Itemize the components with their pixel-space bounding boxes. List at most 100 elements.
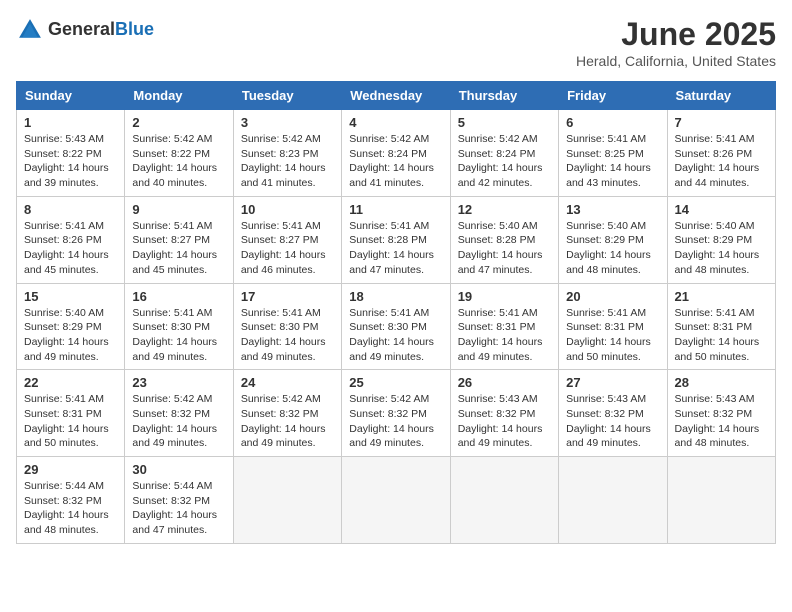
calendar-cell: 3Sunrise: 5:42 AMSunset: 8:23 PMDaylight…: [233, 110, 341, 197]
cell-sun-info: Sunrise: 5:44 AMSunset: 8:32 PMDaylight:…: [24, 479, 117, 538]
day-number: 2: [132, 115, 225, 130]
cell-sun-info: Sunrise: 5:43 AMSunset: 8:32 PMDaylight:…: [458, 392, 551, 451]
calendar-cell: 6 Sunrise: 5:41 AMSunset: 8:25 PMDaylight…: [559, 110, 667, 197]
cell-sun-info: Sunrise: 5:41 AMSunset: 8:25 PMDaylight:…: [566, 132, 659, 191]
day-number: 18: [349, 289, 442, 304]
calendar-cell: 19 Sunrise: 5:41 AMSunset: 8:31 PMDayligh…: [450, 283, 558, 370]
calendar-cell: 24 Sunrise: 5:42 AMSunset: 8:32 PMDayligh…: [233, 370, 341, 457]
calendar-cell: 30Sunrise: 5:44 AMSunset: 8:32 PMDayligh…: [125, 457, 233, 544]
calendar-cell: 8 Sunrise: 5:41 AMSunset: 8:26 PMDaylight…: [17, 196, 125, 283]
calendar-week-row: 1Sunrise: 5:43 AMSunset: 8:22 PMDaylight…: [17, 110, 776, 197]
day-number: 10: [241, 202, 334, 217]
day-number: 8: [24, 202, 117, 217]
calendar-week-row: 29Sunrise: 5:44 AMSunset: 8:32 PMDayligh…: [17, 457, 776, 544]
cell-sun-info: Sunrise: 5:41 AMSunset: 8:26 PMDaylight:…: [24, 219, 117, 278]
cell-sun-info: Sunrise: 5:41 AMSunset: 8:30 PMDaylight:…: [349, 306, 442, 365]
logo-text-blue: Blue: [115, 19, 154, 39]
calendar-cell: 17Sunrise: 5:41 AMSunset: 8:30 PMDayligh…: [233, 283, 341, 370]
page-header: GeneralBlue June 2025 Herald, California…: [16, 16, 776, 69]
day-number: 3: [241, 115, 334, 130]
calendar-cell: 2 Sunrise: 5:42 AMSunset: 8:22 PMDaylight…: [125, 110, 233, 197]
cell-sun-info: Sunrise: 5:41 AMSunset: 8:27 PMDaylight:…: [132, 219, 225, 278]
cell-sun-info: Sunrise: 5:41 AMSunset: 8:26 PMDaylight:…: [675, 132, 768, 191]
day-number: 22: [24, 375, 117, 390]
day-number: 23: [132, 375, 225, 390]
day-number: 7: [675, 115, 768, 130]
location-title: Herald, California, United States: [576, 53, 776, 69]
calendar-cell: 13 Sunrise: 5:40 AMSunset: 8:29 PMDayligh…: [559, 196, 667, 283]
cell-sun-info: Sunrise: 5:41 AMSunset: 8:30 PMDaylight:…: [132, 306, 225, 365]
calendar-cell: [233, 457, 341, 544]
calendar-cell: 16 Sunrise: 5:41 AMSunset: 8:30 PMDayligh…: [125, 283, 233, 370]
calendar-header-row: SundayMondayTuesdayWednesdayThursdayFrid…: [17, 82, 776, 110]
day-number: 13: [566, 202, 659, 217]
calendar-cell: [450, 457, 558, 544]
month-title: June 2025: [576, 16, 776, 53]
cell-sun-info: Sunrise: 5:40 AMSunset: 8:29 PMDaylight:…: [24, 306, 117, 365]
cell-sun-info: Sunrise: 5:43 AMSunset: 8:22 PMDaylight:…: [24, 132, 117, 191]
weekday-header-tuesday: Tuesday: [233, 82, 341, 110]
calendar-cell: 29Sunrise: 5:44 AMSunset: 8:32 PMDayligh…: [17, 457, 125, 544]
day-number: 20: [566, 289, 659, 304]
cell-sun-info: Sunrise: 5:42 AMSunset: 8:32 PMDaylight:…: [132, 392, 225, 451]
weekday-header-friday: Friday: [559, 82, 667, 110]
calendar-table: SundayMondayTuesdayWednesdayThursdayFrid…: [16, 81, 776, 544]
cell-sun-info: Sunrise: 5:42 AMSunset: 8:32 PMDaylight:…: [241, 392, 334, 451]
cell-sun-info: Sunrise: 5:40 AMSunset: 8:29 PMDaylight:…: [566, 219, 659, 278]
cell-sun-info: Sunrise: 5:43 AMSunset: 8:32 PMDaylight:…: [566, 392, 659, 451]
day-number: 21: [675, 289, 768, 304]
cell-sun-info: Sunrise: 5:41 AMSunset: 8:31 PMDaylight:…: [458, 306, 551, 365]
day-number: 28: [675, 375, 768, 390]
calendar-cell: 5 Sunrise: 5:42 AMSunset: 8:24 PMDaylight…: [450, 110, 558, 197]
cell-sun-info: Sunrise: 5:42 AMSunset: 8:24 PMDaylight:…: [458, 132, 551, 191]
day-number: 19: [458, 289, 551, 304]
calendar-cell: 23 Sunrise: 5:42 AMSunset: 8:32 PMDayligh…: [125, 370, 233, 457]
calendar-week-row: 15 Sunrise: 5:40 AMSunset: 8:29 PMDayligh…: [17, 283, 776, 370]
day-number: 24: [241, 375, 334, 390]
weekday-header-monday: Monday: [125, 82, 233, 110]
cell-sun-info: Sunrise: 5:40 AMSunset: 8:28 PMDaylight:…: [458, 219, 551, 278]
day-number: 26: [458, 375, 551, 390]
calendar-cell: 22 Sunrise: 5:41 AMSunset: 8:31 PMDayligh…: [17, 370, 125, 457]
day-number: 5: [458, 115, 551, 130]
calendar-cell: [667, 457, 775, 544]
cell-sun-info: Sunrise: 5:43 AMSunset: 8:32 PMDaylight:…: [675, 392, 768, 451]
cell-sun-info: Sunrise: 5:41 AMSunset: 8:31 PMDaylight:…: [24, 392, 117, 451]
day-number: 27: [566, 375, 659, 390]
cell-sun-info: Sunrise: 5:42 AMSunset: 8:22 PMDaylight:…: [132, 132, 225, 191]
day-number: 9: [132, 202, 225, 217]
calendar-cell: 18 Sunrise: 5:41 AMSunset: 8:30 PMDayligh…: [342, 283, 450, 370]
day-number: 30: [132, 462, 225, 477]
calendar-cell: 15 Sunrise: 5:40 AMSunset: 8:29 PMDayligh…: [17, 283, 125, 370]
logo: GeneralBlue: [16, 16, 154, 44]
cell-sun-info: Sunrise: 5:41 AMSunset: 8:31 PMDaylight:…: [566, 306, 659, 365]
weekday-header-sunday: Sunday: [17, 82, 125, 110]
day-number: 16: [132, 289, 225, 304]
calendar-week-row: 8 Sunrise: 5:41 AMSunset: 8:26 PMDaylight…: [17, 196, 776, 283]
calendar-cell: [559, 457, 667, 544]
day-number: 15: [24, 289, 117, 304]
logo-icon: [16, 16, 44, 44]
day-number: 14: [675, 202, 768, 217]
calendar-cell: 1Sunrise: 5:43 AMSunset: 8:22 PMDaylight…: [17, 110, 125, 197]
cell-sun-info: Sunrise: 5:41 AMSunset: 8:27 PMDaylight:…: [241, 219, 334, 278]
cell-sun-info: Sunrise: 5:41 AMSunset: 8:28 PMDaylight:…: [349, 219, 442, 278]
cell-sun-info: Sunrise: 5:40 AMSunset: 8:29 PMDaylight:…: [675, 219, 768, 278]
cell-sun-info: Sunrise: 5:42 AMSunset: 8:24 PMDaylight:…: [349, 132, 442, 191]
cell-sun-info: Sunrise: 5:41 AMSunset: 8:31 PMDaylight:…: [675, 306, 768, 365]
calendar-cell: 26 Sunrise: 5:43 AMSunset: 8:32 PMDayligh…: [450, 370, 558, 457]
day-number: 6: [566, 115, 659, 130]
calendar-cell: 14 Sunrise: 5:40 AMSunset: 8:29 PMDayligh…: [667, 196, 775, 283]
day-number: 12: [458, 202, 551, 217]
calendar-cell: 28 Sunrise: 5:43 AMSunset: 8:32 PMDayligh…: [667, 370, 775, 457]
calendar-cell: 21 Sunrise: 5:41 AMSunset: 8:31 PMDayligh…: [667, 283, 775, 370]
weekday-header-saturday: Saturday: [667, 82, 775, 110]
logo-text-general: General: [48, 19, 115, 39]
calendar-cell: 4Sunrise: 5:42 AMSunset: 8:24 PMDaylight…: [342, 110, 450, 197]
calendar-cell: 10 Sunrise: 5:41 AMSunset: 8:27 PMDayligh…: [233, 196, 341, 283]
cell-sun-info: Sunrise: 5:41 AMSunset: 8:30 PMDaylight:…: [241, 306, 334, 365]
calendar-cell: 25 Sunrise: 5:42 AMSunset: 8:32 PMDayligh…: [342, 370, 450, 457]
calendar-cell: 9 Sunrise: 5:41 AMSunset: 8:27 PMDaylight…: [125, 196, 233, 283]
day-number: 25: [349, 375, 442, 390]
cell-sun-info: Sunrise: 5:42 AMSunset: 8:32 PMDaylight:…: [349, 392, 442, 451]
